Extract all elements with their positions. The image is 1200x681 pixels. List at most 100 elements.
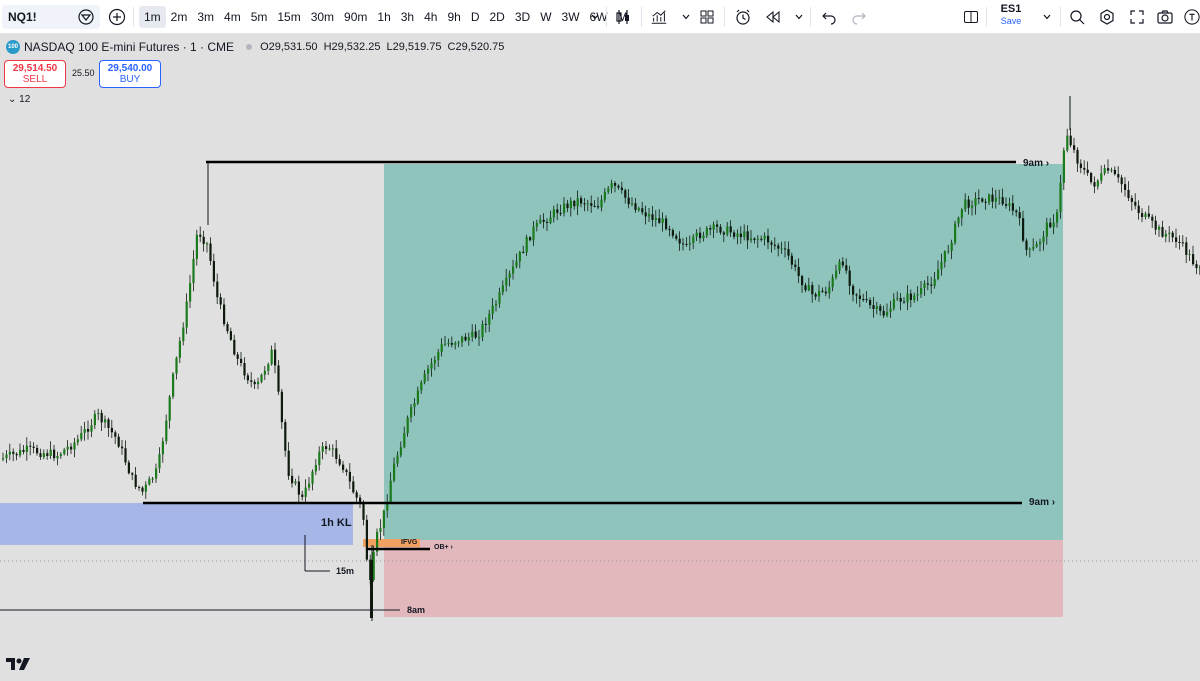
bearish-candle xyxy=(1086,169,1089,174)
bearish-candle xyxy=(753,238,756,240)
bullish-candle xyxy=(104,419,107,423)
ifvg-label: IFVG xyxy=(401,539,418,546)
bearish-candle xyxy=(658,218,661,223)
bearish-candle xyxy=(32,446,35,448)
bearish-candle xyxy=(141,487,144,492)
bullish-candle xyxy=(175,357,178,374)
bearish-candle xyxy=(590,203,593,206)
bullish-candle xyxy=(603,191,606,200)
bearish-candle xyxy=(124,448,127,463)
sell-price: 29,514.50 xyxy=(12,63,58,74)
bullish-candle xyxy=(1032,246,1035,249)
price-chart[interactable] xyxy=(0,0,1200,681)
sell-button[interactable]: 29,514.50 SELL xyxy=(4,60,66,88)
bearish-candle xyxy=(274,349,277,366)
bearish-candle xyxy=(240,358,243,363)
bearish-candle xyxy=(284,422,287,451)
bearish-candle xyxy=(243,362,246,376)
bullish-candle xyxy=(433,359,436,364)
bullish-candle xyxy=(780,248,783,250)
buy-button[interactable]: 29,540.00 BUY xyxy=(99,60,161,88)
bullish-candle xyxy=(471,331,474,338)
bullish-candle xyxy=(444,343,447,345)
bearish-candle xyxy=(668,229,671,231)
m15-label: 15m xyxy=(336,566,355,576)
bullish-candle xyxy=(940,261,943,270)
bearish-candle xyxy=(671,230,674,236)
bullish-candle xyxy=(185,301,188,328)
bearish-candle xyxy=(879,306,882,311)
bullish-candle xyxy=(467,337,470,341)
bearish-candle xyxy=(29,445,32,447)
bearish-candle xyxy=(777,245,780,249)
bullish-candle xyxy=(923,283,926,288)
bullish-candle xyxy=(423,373,426,383)
bullish-candle xyxy=(563,203,566,214)
bearish-candle xyxy=(1181,242,1184,244)
bullish-candle xyxy=(1039,241,1042,244)
bearish-candle xyxy=(110,427,113,433)
bullish-candle xyxy=(702,235,705,239)
level-label-mid: 9am › xyxy=(1029,497,1056,508)
bearish-candle xyxy=(36,447,39,454)
bearish-candle xyxy=(355,492,358,498)
bearish-candle xyxy=(1079,163,1082,168)
bullish-candle xyxy=(321,446,324,452)
bearish-candle xyxy=(991,194,994,202)
bearish-candle xyxy=(977,198,980,200)
bullish-candle xyxy=(263,370,266,375)
bearish-candle xyxy=(464,336,467,341)
bullish-candle xyxy=(1164,233,1167,237)
bearish-candle xyxy=(219,297,222,305)
bearish-candle xyxy=(862,298,865,300)
bullish-candle xyxy=(396,455,399,464)
bearish-candle xyxy=(773,244,776,246)
bearish-candle xyxy=(682,243,685,245)
bearish-candle xyxy=(202,236,205,244)
bearish-candle xyxy=(909,293,912,300)
bullish-candle xyxy=(416,390,419,404)
bearish-candle xyxy=(770,242,773,245)
bearish-candle xyxy=(1005,204,1008,206)
bearish-candle xyxy=(1015,210,1018,213)
bullish-candle xyxy=(76,439,79,443)
bullish-candle xyxy=(648,214,651,217)
bullish-candle xyxy=(182,327,185,341)
bearish-candle xyxy=(450,343,453,345)
bullish-candle xyxy=(491,305,494,314)
bearish-candle xyxy=(1124,184,1127,190)
bullish-candle xyxy=(838,261,841,271)
bearish-candle xyxy=(352,481,355,493)
bearish-candle xyxy=(1090,173,1093,183)
bullish-candle xyxy=(399,447,402,456)
bearish-candle xyxy=(1151,216,1154,221)
bearish-candle xyxy=(739,233,742,238)
bullish-candle xyxy=(168,396,171,421)
bearish-candle xyxy=(967,199,970,208)
bearish-candle xyxy=(223,304,226,325)
bullish-candle xyxy=(1028,248,1031,250)
bearish-candle xyxy=(858,295,861,299)
bearish-candle xyxy=(651,214,654,220)
bullish-candle xyxy=(294,481,297,484)
bullish-candle xyxy=(705,228,708,236)
bullish-candle xyxy=(654,218,657,220)
bearish-candle xyxy=(229,331,232,340)
bearish-candle xyxy=(685,243,688,245)
bullish-candle xyxy=(943,251,946,262)
tradingview-logo-icon xyxy=(6,657,32,676)
bearish-candle xyxy=(801,276,804,286)
bearish-candle xyxy=(325,446,328,450)
bullish-candle xyxy=(379,527,382,532)
bullish-candle xyxy=(56,455,59,459)
bullish-candle xyxy=(413,403,416,408)
bullish-candle xyxy=(998,197,1001,199)
bullish-candle xyxy=(403,433,406,448)
bearish-candle xyxy=(1175,237,1178,242)
indicators-collapse-toggle[interactable]: ⌄ 12 xyxy=(8,94,30,105)
bullish-candle xyxy=(501,285,504,293)
bearish-candle xyxy=(620,187,623,191)
bearish-candle xyxy=(624,190,627,198)
bearish-candle xyxy=(1195,264,1198,269)
bullish-candle xyxy=(920,287,923,295)
